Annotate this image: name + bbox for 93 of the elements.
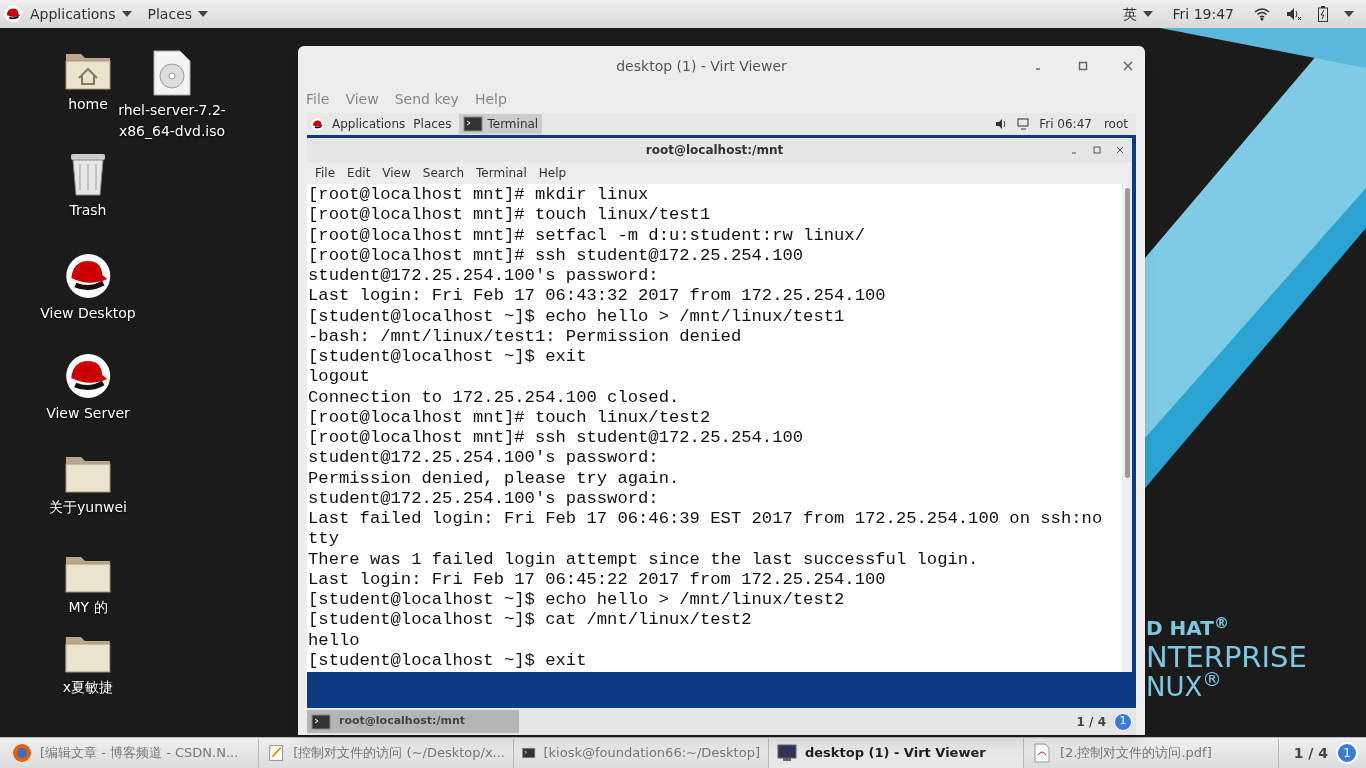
window-title: desktop (1) - Virt Viewer [615,56,788,76]
guest-task-button[interactable]: root@localhost:/mnt [307,710,519,733]
desktop-icon[interactable]: home [65,50,111,115]
terminal-line: Permission denied, please try again. [308,468,680,489]
terminal-line: student@172.25.254.100's password: [308,488,659,509]
terminal-line: [student@localhost ~]$ echo hello > /mnt/linux/test2 [308,590,845,611]
browser-icon [12,743,32,763]
disc-file-icon [152,50,192,96]
desktop-icon[interactable]: 关于yunwei [49,453,127,518]
desktop-icon-label: x夏敏捷 [62,678,114,697]
terminal-line: Last login: Fri Feb 17 06:45:22 2017 from 172.25.254.100 [308,569,886,590]
menu-item[interactable]: Search [422,164,465,182]
terminal-line: [root@localhost mnt]# touch linux/test1 [308,205,711,226]
menu-item[interactable]: Edit [347,164,371,182]
terminal-line: [root@localhost mnt]# touch linux/test2 [308,407,711,428]
desktop-icon-label: rhel-server-7.2-x86_64-dvd.iso [117,101,227,141]
battery-icon[interactable] [1318,6,1328,22]
top-bar-menu[interactable]: Applications [22,3,140,25]
terminal-line: -bash: /mnt/linux/test1: Permission denied [308,326,742,347]
wallpaper-text: D HAT$^{®}$ [1146,618,1230,638]
desktop-icon[interactable]: x夏敏捷 [62,633,114,698]
desktop-icon[interactable]: MY 的 [65,553,111,618]
close-icon[interactable] [1115,145,1126,155]
scrollbar[interactable] [1122,184,1132,672]
terminal-icon [311,711,331,732]
redhat-icon [311,117,324,131]
terminal-line: [student@localhost ~]$ echo hello > /mnt/linux/test1 [308,306,845,327]
menu-item[interactable]: File [315,164,336,182]
terminal-line: Last login: Fri Feb 17 06:43:32 2017 from 172.25.254.100 [308,286,886,307]
wifi-icon[interactable] [1254,7,1270,21]
terminal-line: Connection to 172.25.254.100 closed. [308,387,680,408]
terminal-line: logout [308,367,370,388]
taskbar-button[interactable]: desktop (1) - Virt Viewer [769,738,1024,768]
wallpaper-text: NUX$^{®}$ [1146,674,1223,700]
terminal-line: student@172.25.254.100's password: [308,266,659,287]
clock[interactable]: Fri 19:47 [1160,3,1246,25]
redhat-logo-icon [65,353,111,399]
workspace-indicator[interactable]: 1 [1336,742,1358,764]
workspace-pager[interactable]: 1 / 4 [1285,742,1336,764]
terminal-line: student@172.25.254.100's password: [308,448,659,469]
network-icon[interactable] [1017,118,1032,130]
caret-icon [1142,11,1153,17]
terminal-line: [student@localhost ~]$ cat /mnt/linux/test2 [308,610,752,631]
taskbar-button[interactable]: [2.控制对文件的访问.pdf] [1024,738,1279,768]
terminal-line: Last failed login: Fri Feb 17 06:46:39 EST 2017 from 172.25.254.100 on ssh:no [308,509,1103,530]
desktop-icon-label: 关于yunwei [49,498,127,517]
input-method-menu[interactable]: 英 [1114,3,1161,25]
maximize-icon[interactable] [1078,61,1088,71]
workspace-pager[interactable]: 1 / 4 [1068,712,1114,731]
desktop-icon-label: home [68,95,108,114]
close-icon[interactable] [1123,61,1133,71]
guest-menu[interactable]: Places [413,115,452,133]
redhat-logo-icon [65,253,111,299]
taskbar-button[interactable]: [编辑文章 - 博客频道 - CSDN.N... [4,738,259,768]
desktop-icon-label: View Server [46,404,130,423]
muted-volume-icon[interactable] [1286,7,1302,21]
guest-task-button[interactable]: Terminal [459,114,543,134]
terminal-line: [root@localhost mnt]# setfacl -m d:u:student:rw linux/ [308,225,865,246]
menu-item[interactable]: View [382,164,411,182]
menu-item[interactable]: Help [538,164,567,182]
maximize-icon[interactable] [1092,145,1102,155]
terminal-line: [student@localhost ~]$ exit [308,347,587,368]
redhat-icon [4,5,22,23]
desktop-icon[interactable]: View Server [46,353,130,424]
monitor-icon [777,743,797,763]
pdf-document-icon [1032,743,1052,763]
guest-menu[interactable]: Applications [332,115,406,133]
guest-clock[interactable]: Fri 06:47 [1039,115,1092,133]
terminal-line: [root@localhost mnt]# ssh student@172.25.254.100 [308,428,804,449]
top-bar-menu[interactable]: Places [139,3,217,25]
terminal-title: root@localhost:/mnt [644,142,785,159]
terminal-line: [root@localhost mnt]# ssh student@172.25.254.100 [308,245,804,266]
caret-icon [198,11,209,17]
taskbar-button[interactable]: [控制对文件的访问 (~/Desktop/x... [259,738,514,768]
terminal-line: There was 1 failed login attempt since the last successful login. [308,549,979,570]
terminal-icon [463,114,484,134]
menu-item[interactable]: Terminal [476,164,527,182]
terminal-line: tty [308,529,339,550]
desktop-icon[interactable]: Trash [68,150,108,221]
terminal-line: hello [308,630,360,651]
user-menu[interactable]: root [1099,115,1132,133]
terminal-line: [student@localhost ~]$ exit [308,650,587,671]
workspace-indicator[interactable]: 1 [1114,712,1132,731]
caret-icon [1344,11,1354,17]
terminal-line: [root@localhost mnt]# mkdir linux [308,185,649,206]
desktop-icon-label: View Desktop [40,304,136,323]
desktop-icon[interactable]: View Desktop [40,253,136,324]
wallpaper-text: NTERPRISE [1146,643,1307,672]
caret-icon [121,11,132,17]
text-editor-icon [267,743,286,763]
desktop-icon-label: MY 的 [68,598,108,617]
desktop-icon[interactable]: rhel-server-7.2-x86_64-dvd.iso [116,50,228,142]
desktop-icon-label: Trash [69,201,107,220]
